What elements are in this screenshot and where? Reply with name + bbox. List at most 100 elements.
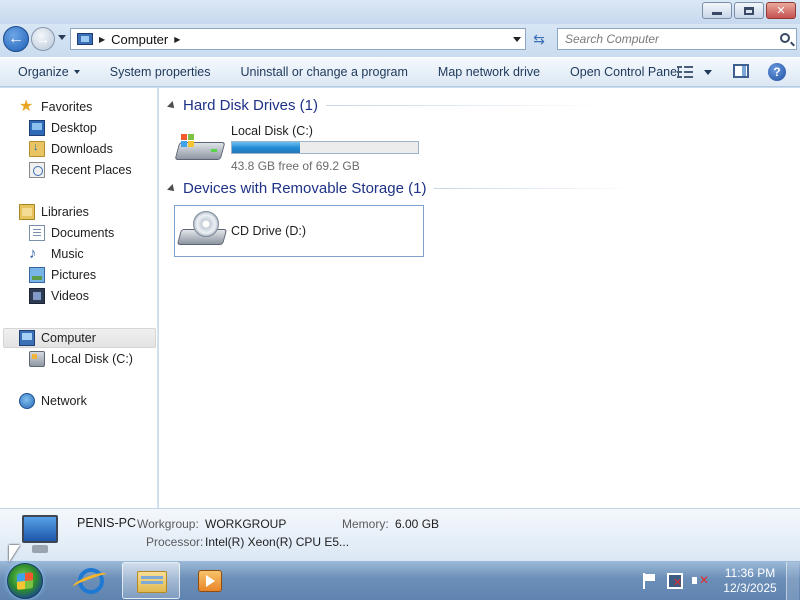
nav-favorites-label: Favorites <box>41 100 93 114</box>
local-disk-free-space: 43.8 GB free of 69.2 GB <box>231 159 360 173</box>
mouse-cursor-icon <box>9 545 20 562</box>
group-divider <box>326 105 607 106</box>
collapse-caret-icon <box>167 183 177 194</box>
nav-downloads-label: Downloads <box>51 142 113 156</box>
videos-icon <box>29 288 45 304</box>
address-row: ← → ▶ Computer ▶ ⇆ <box>0 24 800 56</box>
nav-computer-label: Computer <box>41 331 96 345</box>
map-network-drive-label: Map network drive <box>437 65 541 79</box>
uninstall-program-label: Uninstall or change a program <box>240 65 408 79</box>
help-icon[interactable]: ? <box>768 63 786 81</box>
nav-libraries[interactable]: Libraries <box>19 202 89 222</box>
nav-recent-places-label: Recent Places <box>51 163 132 177</box>
nav-network[interactable]: Network <box>19 391 87 411</box>
network-status-icon[interactable]: ✕ <box>667 573 683 589</box>
nav-network-label: Network <box>41 394 87 408</box>
disk-usage-bar <box>231 141 419 154</box>
address-bar[interactable]: ▶ Computer ▶ <box>70 28 526 50</box>
refresh-icon: ⇆ <box>533 30 545 47</box>
nav-computer[interactable]: Computer <box>3 328 156 348</box>
computer-icon <box>77 33 93 45</box>
back-button[interactable]: ← <box>3 26 29 52</box>
group-removable-storage[interactable]: Devices with Removable Storage (1) <box>167 180 635 197</box>
nav-music[interactable]: ♪ Music <box>29 244 84 264</box>
nav-favorites[interactable]: ★ Favorites <box>19 97 92 117</box>
title-bar: ✕ <box>0 0 800 24</box>
map-network-drive-button[interactable]: Map network drive <box>438 61 540 83</box>
preview-pane-icon[interactable] <box>733 64 749 78</box>
nav-videos-label: Videos <box>51 289 89 303</box>
show-desktop-button[interactable] <box>786 562 799 600</box>
view-options-dropdown[interactable] <box>704 70 712 75</box>
nav-music-label: Music <box>51 247 84 261</box>
cd-drive-name: CD Drive (D:) <box>231 224 306 238</box>
downloads-icon <box>29 141 45 157</box>
disk-usage-fill <box>232 142 301 153</box>
taskbar-internet-explorer[interactable] <box>62 562 120 599</box>
hard-disk-icon <box>174 134 226 166</box>
system-properties-button[interactable]: System properties <box>110 61 211 83</box>
hard-disk-icon <box>29 351 45 367</box>
group-removable-storage-title: Devices with Removable Storage (1) <box>183 180 427 197</box>
nav-videos[interactable]: Videos <box>29 286 89 306</box>
documents-icon <box>29 225 45 241</box>
nav-recent-places[interactable]: Recent Places <box>29 160 132 180</box>
breadcrumb-computer[interactable]: Computer <box>111 32 168 47</box>
start-button[interactable] <box>7 563 43 599</box>
taskbar-windows-explorer[interactable] <box>122 562 180 599</box>
workgroup-label: Workgroup: <box>137 517 199 531</box>
forward-arrow-icon: → <box>36 31 50 47</box>
cd-drive-icon <box>176 211 228 251</box>
help-glyph: ? <box>773 65 781 79</box>
content-pane: Hard Disk Drives (1) Local Disk (C:) 43.… <box>159 88 800 508</box>
computer-name: PENIS-PC <box>77 516 137 530</box>
window-controls: ✕ <box>702 2 796 19</box>
search-icon[interactable] <box>780 33 790 43</box>
change-view-icon[interactable] <box>677 66 693 78</box>
cd-drive-d-tile[interactable]: CD Drive (D:) <box>174 205 424 257</box>
nav-pictures-label: Pictures <box>51 268 97 282</box>
taskbar-clock[interactable]: 11:36 PM 12/3/2025 <box>718 566 782 596</box>
forward-button[interactable]: → <box>31 27 55 51</box>
close-button[interactable]: ✕ <box>766 2 796 19</box>
breadcrumb-separator[interactable]: ▶ <box>99 35 105 44</box>
minimize-icon <box>703 3 731 18</box>
action-center-flag-icon[interactable] <box>642 573 656 589</box>
uninstall-program-button[interactable]: Uninstall or change a program <box>240 61 407 83</box>
nav-documents[interactable]: Documents <box>29 223 114 243</box>
recent-pages-dropdown[interactable] <box>58 35 66 40</box>
nav-libraries-label: Libraries <box>41 205 89 219</box>
open-control-panel-label: Open Control Panel <box>570 65 680 79</box>
details-pane: PENIS-PC Workgroup: WORKGROUP Memory: 6.… <box>0 508 800 560</box>
nav-desktop[interactable]: Desktop <box>29 118 97 138</box>
processor-value: Intel(R) Xeon(R) CPU E5... <box>205 535 350 549</box>
refresh-button[interactable]: ⇆ <box>528 28 550 50</box>
local-disk-c-tile[interactable]: Local Disk (C:) 43.8 GB free of 69.2 GB <box>174 124 425 174</box>
breadcrumb-separator[interactable]: ▶ <box>174 35 180 44</box>
back-arrow-icon: ← <box>8 30 24 47</box>
address-history-dropdown[interactable] <box>513 37 521 42</box>
nav-downloads[interactable]: Downloads <box>29 139 113 159</box>
group-divider <box>434 188 635 189</box>
collapse-caret-icon <box>167 100 177 111</box>
minimize-button[interactable] <box>702 2 732 19</box>
pictures-icon <box>29 267 45 283</box>
taskbar-media-player[interactable] <box>182 562 240 599</box>
nav-local-disk[interactable]: Local Disk (C:) <box>29 349 133 369</box>
restore-button[interactable] <box>734 2 764 19</box>
organize-button[interactable]: Organize <box>18 61 80 83</box>
folder-icon <box>137 571 167 593</box>
group-hard-disk-drives[interactable]: Hard Disk Drives (1) <box>167 97 607 114</box>
search-input[interactable] <box>565 32 775 46</box>
desktop-icon <box>29 120 45 136</box>
local-disk-name: Local Disk (C:) <box>231 124 313 138</box>
volume-muted-icon[interactable]: ✕ <box>692 574 709 588</box>
internet-explorer-icon <box>78 568 104 594</box>
media-player-icon <box>198 570 222 592</box>
libraries-icon <box>19 204 35 220</box>
nav-pictures[interactable]: Pictures <box>29 265 96 285</box>
open-control-panel-button[interactable]: Open Control Panel <box>570 61 680 83</box>
restore-icon <box>735 3 763 18</box>
search-box[interactable] <box>557 28 797 50</box>
system-properties-label: System properties <box>109 65 211 79</box>
